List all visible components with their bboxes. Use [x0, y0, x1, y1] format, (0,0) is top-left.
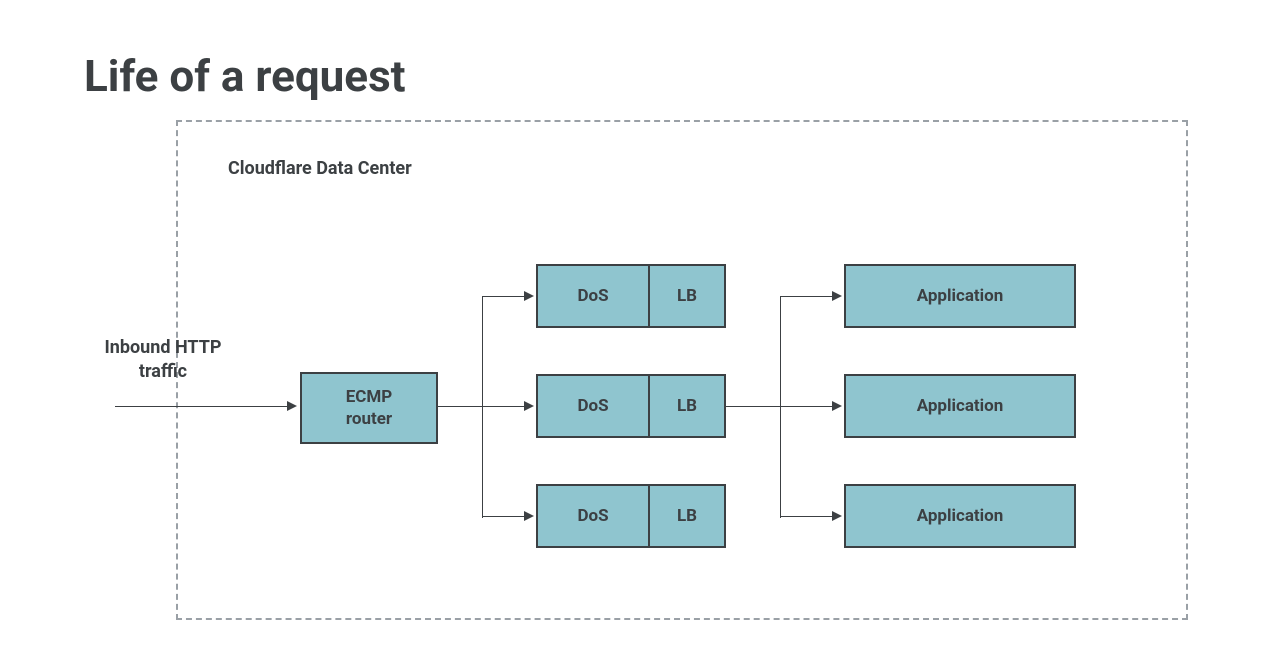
application-box-0: Application: [844, 264, 1076, 328]
arrow-inbound-to-ecmp: [115, 406, 287, 407]
application-box-2: Application: [844, 484, 1076, 548]
arrowhead-app2: [832, 511, 842, 521]
lb-box-2: LB: [648, 484, 726, 548]
data-center-label: Cloudflare Data Center: [228, 158, 412, 179]
conn-mid-vertical: [780, 296, 781, 518]
dos-box-0: DoS: [536, 264, 650, 328]
dos-box-1: DoS: [536, 374, 650, 438]
page-title: Life of a request: [84, 50, 406, 102]
conn-ecmp-vertical: [482, 296, 483, 518]
application-box-1: Application: [844, 374, 1076, 438]
lb-box-0: LB: [648, 264, 726, 328]
conn-ecmp-to-row1: [482, 406, 524, 407]
conn-mid-to-app1: [780, 406, 832, 407]
arrowhead-inbound: [287, 401, 297, 411]
arrowhead-row0: [524, 291, 534, 301]
conn-mid-to-app0: [780, 296, 832, 297]
conn-ecmp-stub: [438, 406, 482, 407]
ecmp-router-box: ECMP router: [300, 372, 438, 444]
conn-mid-stub: [726, 406, 780, 407]
conn-ecmp-to-row0: [482, 296, 524, 297]
arrowhead-row2: [524, 511, 534, 521]
conn-ecmp-to-row2: [482, 516, 524, 517]
conn-mid-to-app2: [780, 516, 832, 517]
dos-box-2: DoS: [536, 484, 650, 548]
arrowhead-app1: [832, 401, 842, 411]
inbound-traffic-label: Inbound HTTP traffic: [88, 336, 238, 385]
arrowhead-row1: [524, 401, 534, 411]
lb-box-1: LB: [648, 374, 726, 438]
arrowhead-app0: [832, 291, 842, 301]
